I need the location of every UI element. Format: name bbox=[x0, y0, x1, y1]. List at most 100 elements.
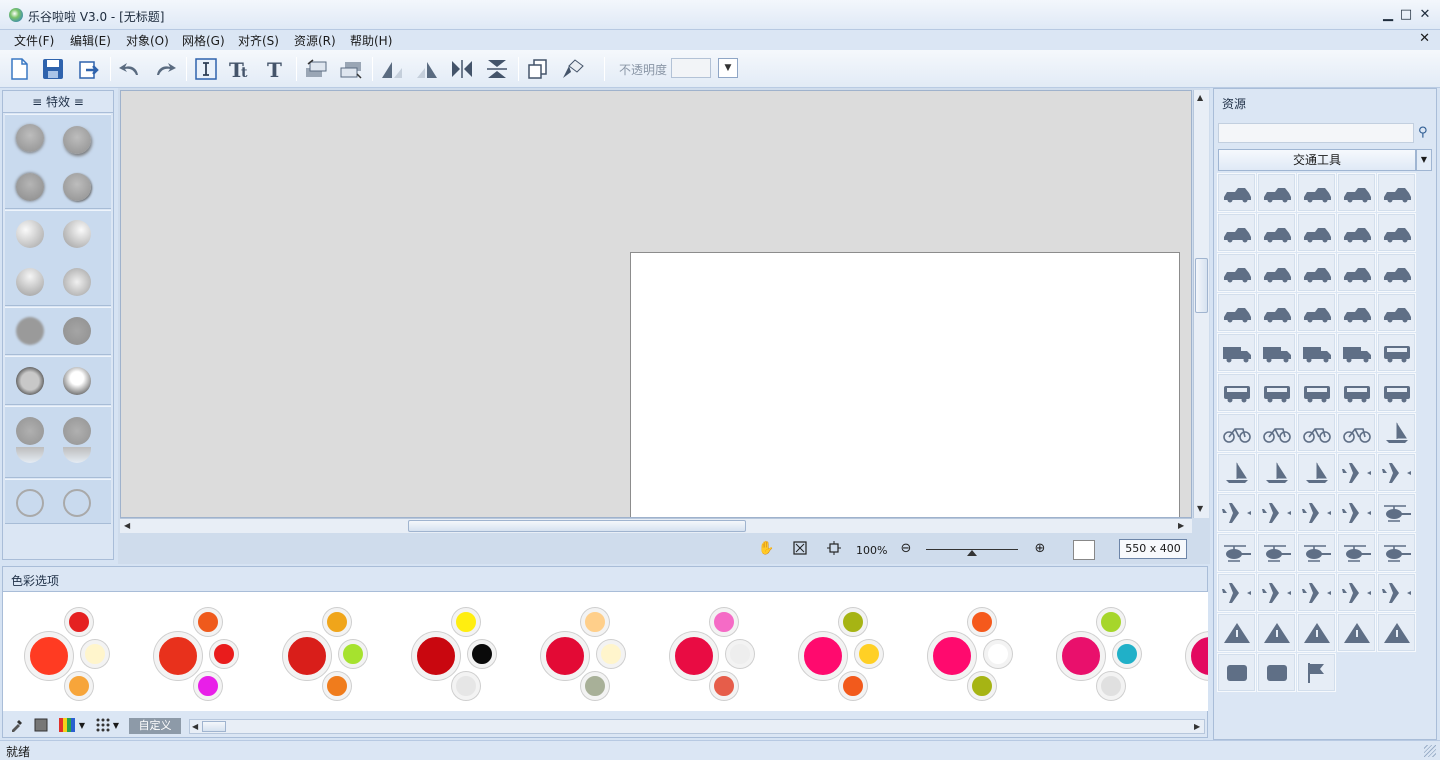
text-style-icon[interactable]: T bbox=[263, 56, 289, 82]
palette-swatch-top[interactable] bbox=[710, 608, 738, 636]
warning-sign-icon[interactable] bbox=[1217, 613, 1256, 652]
gunship-icon[interactable] bbox=[1377, 533, 1416, 572]
export-icon[interactable] bbox=[76, 56, 102, 82]
fighter-jet-icon[interactable] bbox=[1297, 493, 1336, 532]
airliner-icon[interactable] bbox=[1337, 493, 1376, 532]
effect-outline-1[interactable] bbox=[16, 489, 44, 517]
effect-shadow-3[interactable] bbox=[16, 173, 44, 201]
sedan-icon[interactable] bbox=[1217, 173, 1256, 212]
effect-gloss-4[interactable] bbox=[63, 268, 91, 296]
palette-swatch-bottom[interactable] bbox=[710, 672, 738, 700]
effect-blur-1[interactable] bbox=[16, 317, 44, 345]
van-icon[interactable] bbox=[1257, 253, 1296, 292]
palette-swatch-bottom[interactable] bbox=[452, 672, 480, 700]
save-icon[interactable] bbox=[40, 56, 66, 82]
scroll-right-arrow-icon[interactable]: ▶ bbox=[1178, 521, 1184, 530]
paint-brush-icon[interactable] bbox=[560, 56, 586, 82]
helicopter-icon[interactable] bbox=[1377, 493, 1416, 532]
effect-bevel-2[interactable] bbox=[63, 367, 91, 395]
palette-grid-dropdown-icon[interactable]: ▼ bbox=[111, 718, 121, 734]
propeller-plane-icon[interactable] bbox=[1297, 573, 1336, 612]
actual-size-icon[interactable] bbox=[826, 541, 842, 557]
background-color-swatch[interactable] bbox=[1073, 540, 1095, 560]
palette-main-color[interactable] bbox=[799, 632, 847, 680]
opacity-input[interactable] bbox=[671, 58, 711, 78]
yacht-icon[interactable] bbox=[1257, 453, 1296, 492]
palette-main-color[interactable] bbox=[283, 632, 331, 680]
palette-type-icon[interactable] bbox=[59, 718, 75, 734]
menu-help[interactable]: 帮助(H) bbox=[350, 32, 392, 49]
small-plane-icon[interactable] bbox=[1217, 533, 1256, 572]
box-truck-icon[interactable] bbox=[1217, 293, 1256, 332]
pickup-icon[interactable] bbox=[1337, 173, 1376, 212]
scroll-up-arrow-icon[interactable]: ▲ bbox=[1197, 93, 1203, 102]
undo-icon[interactable] bbox=[117, 56, 143, 82]
glider-icon[interactable] bbox=[1257, 573, 1296, 612]
car-front-2-icon[interactable] bbox=[1377, 213, 1416, 252]
palette-scroll-thumb[interactable] bbox=[202, 721, 226, 732]
airplane-icon[interactable] bbox=[1377, 453, 1416, 492]
menu-file[interactable]: 文件(F) bbox=[14, 32, 54, 49]
palette-swatch-right[interactable] bbox=[726, 640, 754, 668]
sailboat-icon[interactable] bbox=[1217, 453, 1256, 492]
flip-right-icon[interactable] bbox=[414, 56, 440, 82]
effect-reflection-1[interactable] bbox=[16, 417, 44, 445]
resource-category-select[interactable]: 交通工具 bbox=[1218, 149, 1416, 171]
palette-swatch-top[interactable] bbox=[968, 608, 996, 636]
effect-bevel-1[interactable] bbox=[16, 367, 44, 395]
effect-shadow-2[interactable] bbox=[63, 126, 91, 154]
bicycle-2-icon[interactable] bbox=[1337, 413, 1376, 452]
bus-front-icon[interactable] bbox=[1377, 333, 1416, 372]
palette-main-color[interactable] bbox=[25, 632, 73, 680]
coach-bus-icon[interactable] bbox=[1217, 373, 1256, 412]
effect-gloss-1[interactable] bbox=[16, 220, 44, 248]
palette-main-color[interactable] bbox=[1057, 632, 1105, 680]
palette-main-color[interactable] bbox=[670, 632, 718, 680]
palette-swatch-top[interactable] bbox=[323, 608, 351, 636]
menu-edit[interactable]: 编辑(E) bbox=[70, 32, 111, 49]
menu-resources[interactable]: 资源(R) bbox=[294, 32, 336, 49]
redo-icon[interactable] bbox=[152, 56, 178, 82]
zoom-slider-thumb[interactable] bbox=[967, 550, 977, 556]
horse-carriage-icon[interactable] bbox=[1377, 373, 1416, 412]
palette-swatch-top[interactable] bbox=[452, 608, 480, 636]
palette-swatch-right[interactable] bbox=[1113, 640, 1141, 668]
palette-scroll-left-icon[interactable]: ◀ bbox=[192, 722, 198, 731]
wheel-loader-icon[interactable] bbox=[1257, 333, 1296, 372]
military-helicopter-icon[interactable] bbox=[1337, 533, 1376, 572]
pickup-2-icon[interactable] bbox=[1337, 253, 1376, 292]
zoom-out-icon[interactable]: ⊖ bbox=[898, 541, 914, 557]
sail-icon[interactable] bbox=[1377, 413, 1416, 452]
vertical-scroll-thumb[interactable] bbox=[1195, 258, 1208, 313]
palette-scrollbar[interactable]: ◀ ▶ bbox=[189, 719, 1205, 734]
tunnel-icon[interactable] bbox=[1337, 613, 1376, 652]
canvas-viewport[interactable] bbox=[120, 90, 1192, 518]
scroll-left-arrow-icon[interactable]: ◀ bbox=[124, 521, 130, 530]
palette-swatch-bottom[interactable] bbox=[581, 672, 609, 700]
palette-scroll-right-icon[interactable]: ▶ bbox=[1194, 722, 1200, 731]
small-truck-icon[interactable] bbox=[1297, 293, 1336, 332]
effect-reflection-2[interactable] bbox=[63, 417, 91, 445]
canvas-size-display[interactable]: 550 x 400 bbox=[1119, 539, 1187, 559]
new-file-icon[interactable] bbox=[6, 56, 32, 82]
palette-swatch-bottom[interactable] bbox=[1097, 672, 1125, 700]
car-outline-icon[interactable] bbox=[1297, 213, 1336, 252]
minibus-icon[interactable] bbox=[1257, 373, 1296, 412]
hand-tool-icon[interactable]: ✋ bbox=[758, 541, 774, 557]
crossing-sign-icon[interactable] bbox=[1297, 613, 1336, 652]
mirror-horizontal-icon[interactable] bbox=[449, 56, 475, 82]
steam-train-icon[interactable] bbox=[1337, 373, 1376, 412]
helicopter-2-icon[interactable] bbox=[1257, 533, 1296, 572]
minimize-button[interactable]: ▁ bbox=[1379, 6, 1397, 24]
text-frame-icon[interactable] bbox=[193, 56, 219, 82]
truck-icon[interactable] bbox=[1377, 253, 1416, 292]
palette-swatch-right[interactable] bbox=[339, 640, 367, 668]
fill-color-icon[interactable] bbox=[33, 718, 49, 734]
camper-icon[interactable] bbox=[1337, 293, 1376, 332]
copy-icon[interactable] bbox=[525, 56, 551, 82]
effect-gloss-2[interactable] bbox=[63, 220, 91, 248]
lorry-icon[interactable] bbox=[1377, 293, 1416, 332]
palette-swatch-right[interactable] bbox=[597, 640, 625, 668]
text-size-icon[interactable]: Tt bbox=[228, 56, 254, 82]
hatchback-icon[interactable] bbox=[1257, 173, 1296, 212]
